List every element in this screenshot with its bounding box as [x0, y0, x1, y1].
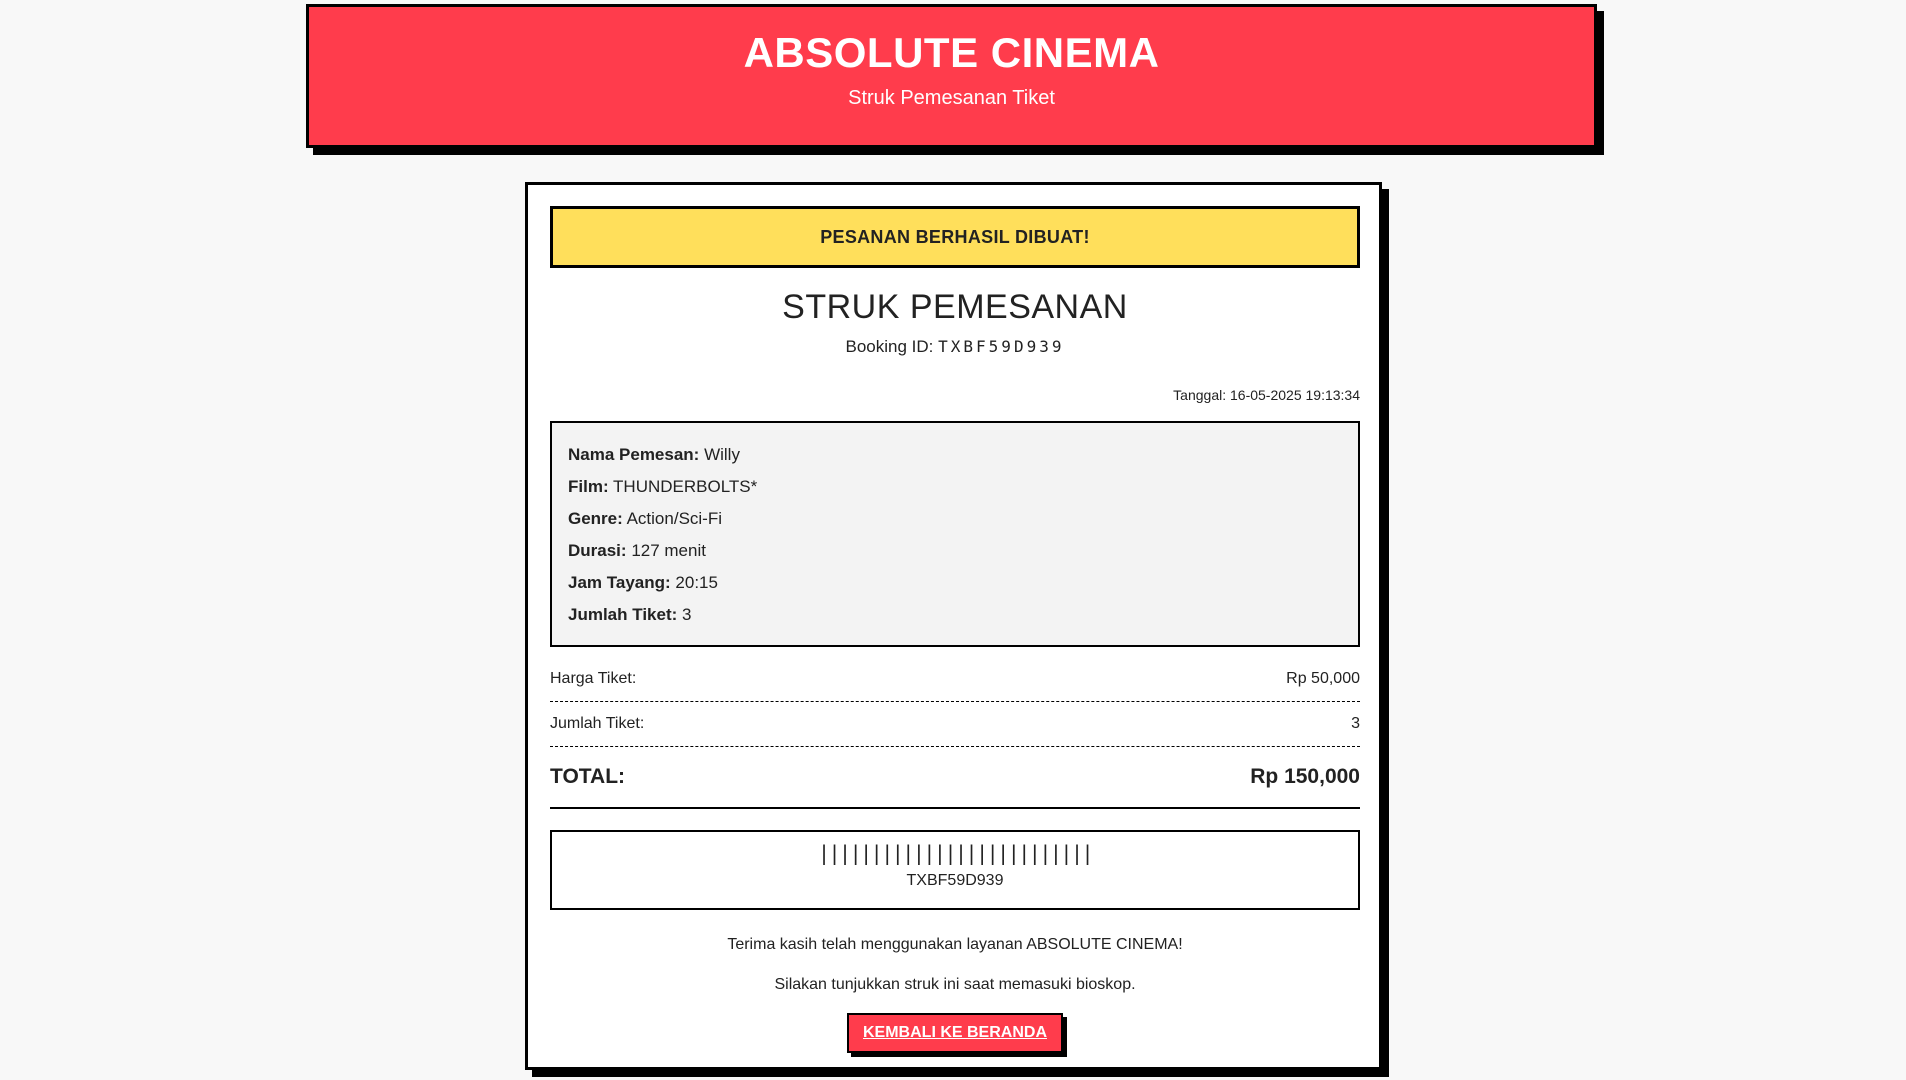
site-header: ABSOLUTE CINEMA Struk Pemesanan Tiket	[306, 4, 1597, 148]
date-label: Tanggal:	[1173, 387, 1227, 403]
receipt-title: STRUK PEMESANAN	[782, 288, 1128, 326]
detail-label: Durasi:	[568, 541, 627, 560]
detail-row-ticket-count: Jumlah Tiket: 3	[568, 599, 1342, 631]
price-value: Rp 50,000	[1286, 670, 1360, 687]
barcode-icon: ||||||||||||||||||||||||||	[817, 841, 1094, 865]
site-subtitle: Struk Pemesanan Tiket	[848, 87, 1055, 109]
barcode-box: |||||||||||||||||||||||||| TXBF59D939	[550, 830, 1360, 910]
booking-id-line: Booking ID: TXBF59D939	[550, 337, 1360, 357]
success-banner: PESANAN BERHASIL DIBUAT!	[550, 206, 1360, 268]
total-value: Rp 150,000	[1250, 765, 1360, 788]
barcode-code: TXBF59D939	[906, 872, 1004, 889]
date-value: 16-05-2025 19:13:34	[1230, 387, 1360, 403]
detail-row-name: Nama Pemesan: Willy	[568, 439, 1342, 471]
detail-value: 127 menit	[631, 541, 706, 560]
quantity-line: Jumlah Tiket: 3	[550, 702, 1360, 747]
detail-row-showtime: Jam Tayang: 20:15	[568, 567, 1342, 599]
detail-value: Willy	[704, 445, 740, 464]
instruction-message: Silakan tunjukkan struk ini saat memasuk…	[774, 976, 1136, 993]
detail-value: THUNDERBOLTS*	[613, 477, 758, 496]
back-to-home-button[interactable]: KEMBALI KE BERANDA	[847, 1013, 1063, 1053]
receipt-card: PESANAN BERHASIL DIBUAT! STRUK PEMESANAN…	[525, 182, 1382, 1070]
detail-label: Nama Pemesan:	[568, 445, 700, 464]
detail-label: Jam Tayang:	[568, 573, 671, 592]
total-label: TOTAL:	[550, 765, 626, 788]
detail-row-film: Film: THUNDERBOLTS*	[568, 471, 1342, 503]
detail-row-duration: Durasi: 127 menit	[568, 535, 1342, 567]
booking-details-box: Nama Pemesan: Willy Film: THUNDERBOLTS* …	[550, 421, 1360, 647]
detail-value: 20:15	[675, 573, 718, 592]
booking-id-value: TXBF59D939	[938, 337, 1065, 356]
detail-row-genre: Genre: Action/Sci-Fi	[568, 503, 1342, 535]
detail-value: Action/Sci-Fi	[626, 509, 723, 528]
detail-label: Film:	[568, 477, 609, 496]
detail-value: 3	[682, 605, 692, 624]
detail-label: Jumlah Tiket:	[568, 605, 678, 624]
thank-you-message: Terima kasih telah menggunakan layanan A…	[727, 936, 1183, 953]
quantity-label: Jumlah Tiket:	[550, 715, 645, 732]
booking-id-label: Booking ID:	[845, 337, 934, 356]
detail-label: Genre:	[568, 509, 623, 528]
total-line: TOTAL: Rp 150,000	[550, 747, 1360, 809]
quantity-value: 3	[1351, 715, 1360, 732]
site-title: ABSOLUTE CINEMA	[743, 29, 1160, 76]
receipt-date: Tanggal: 16-05-2025 19:13:34	[550, 387, 1360, 403]
price-line: Harga Tiket: Rp 50,000	[550, 657, 1360, 702]
price-label: Harga Tiket:	[550, 670, 637, 687]
